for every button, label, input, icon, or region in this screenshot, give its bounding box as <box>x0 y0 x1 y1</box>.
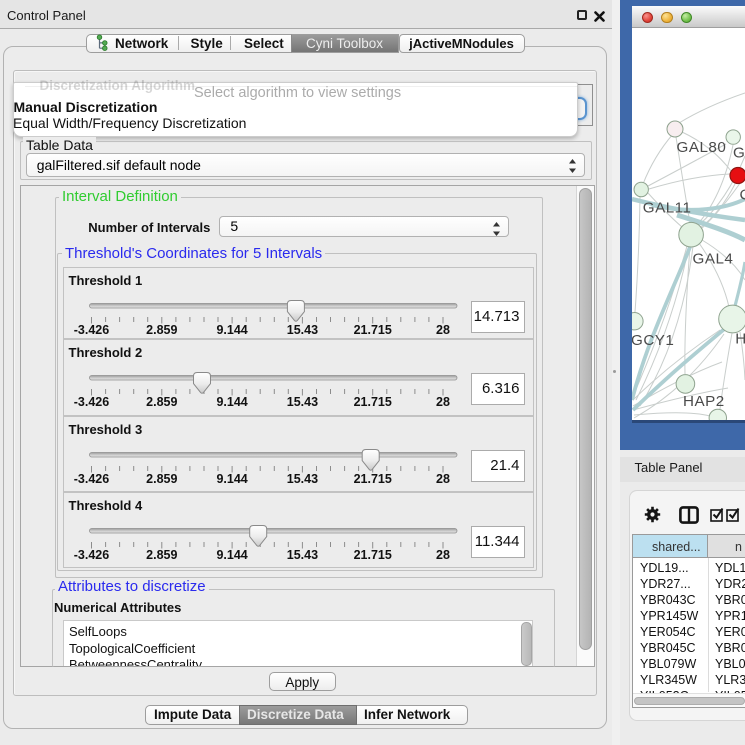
svg-text:GAL80: GAL80 <box>677 139 727 156</box>
svg-text:2.859: 2.859 <box>146 323 177 337</box>
svg-text:9.144: 9.144 <box>216 472 247 486</box>
svg-text:9.144: 9.144 <box>216 395 247 409</box>
svg-text:GAL: GAL <box>733 144 745 161</box>
svg-text:21.715: 21.715 <box>353 472 391 486</box>
svg-text:2.859: 2.859 <box>146 548 177 562</box>
svg-text:GAL11: GAL11 <box>643 200 692 217</box>
svg-text:2.859: 2.859 <box>146 395 177 409</box>
svg-text:-3.426: -3.426 <box>73 395 108 409</box>
svg-text:GAL4: GAL4 <box>693 250 734 267</box>
svg-text:21.715: 21.715 <box>353 323 391 337</box>
svg-text:28: 28 <box>436 548 450 562</box>
svg-text:15.43: 15.43 <box>286 395 317 409</box>
svg-text:2.859: 2.859 <box>146 472 177 486</box>
svg-text:21.715: 21.715 <box>353 548 391 562</box>
svg-text:-3.426: -3.426 <box>73 472 108 486</box>
svg-text:15.43: 15.43 <box>286 548 317 562</box>
svg-text:15.43: 15.43 <box>286 472 317 486</box>
svg-text:H: H <box>735 331 745 348</box>
svg-text:15.43: 15.43 <box>286 323 317 337</box>
svg-text:9.144: 9.144 <box>216 323 247 337</box>
svg-text:-3.426: -3.426 <box>73 323 108 337</box>
svg-text:-3.426: -3.426 <box>73 548 108 562</box>
svg-text:21.715: 21.715 <box>353 395 391 409</box>
svg-text:28: 28 <box>436 472 450 486</box>
svg-text:28: 28 <box>436 323 450 337</box>
svg-text:CY: CY <box>740 187 745 204</box>
svg-text:9.144: 9.144 <box>216 548 247 562</box>
svg-text:HAP2: HAP2 <box>683 393 725 410</box>
svg-text:GCY1: GCY1 <box>632 332 674 349</box>
svg-text:28: 28 <box>436 395 450 409</box>
